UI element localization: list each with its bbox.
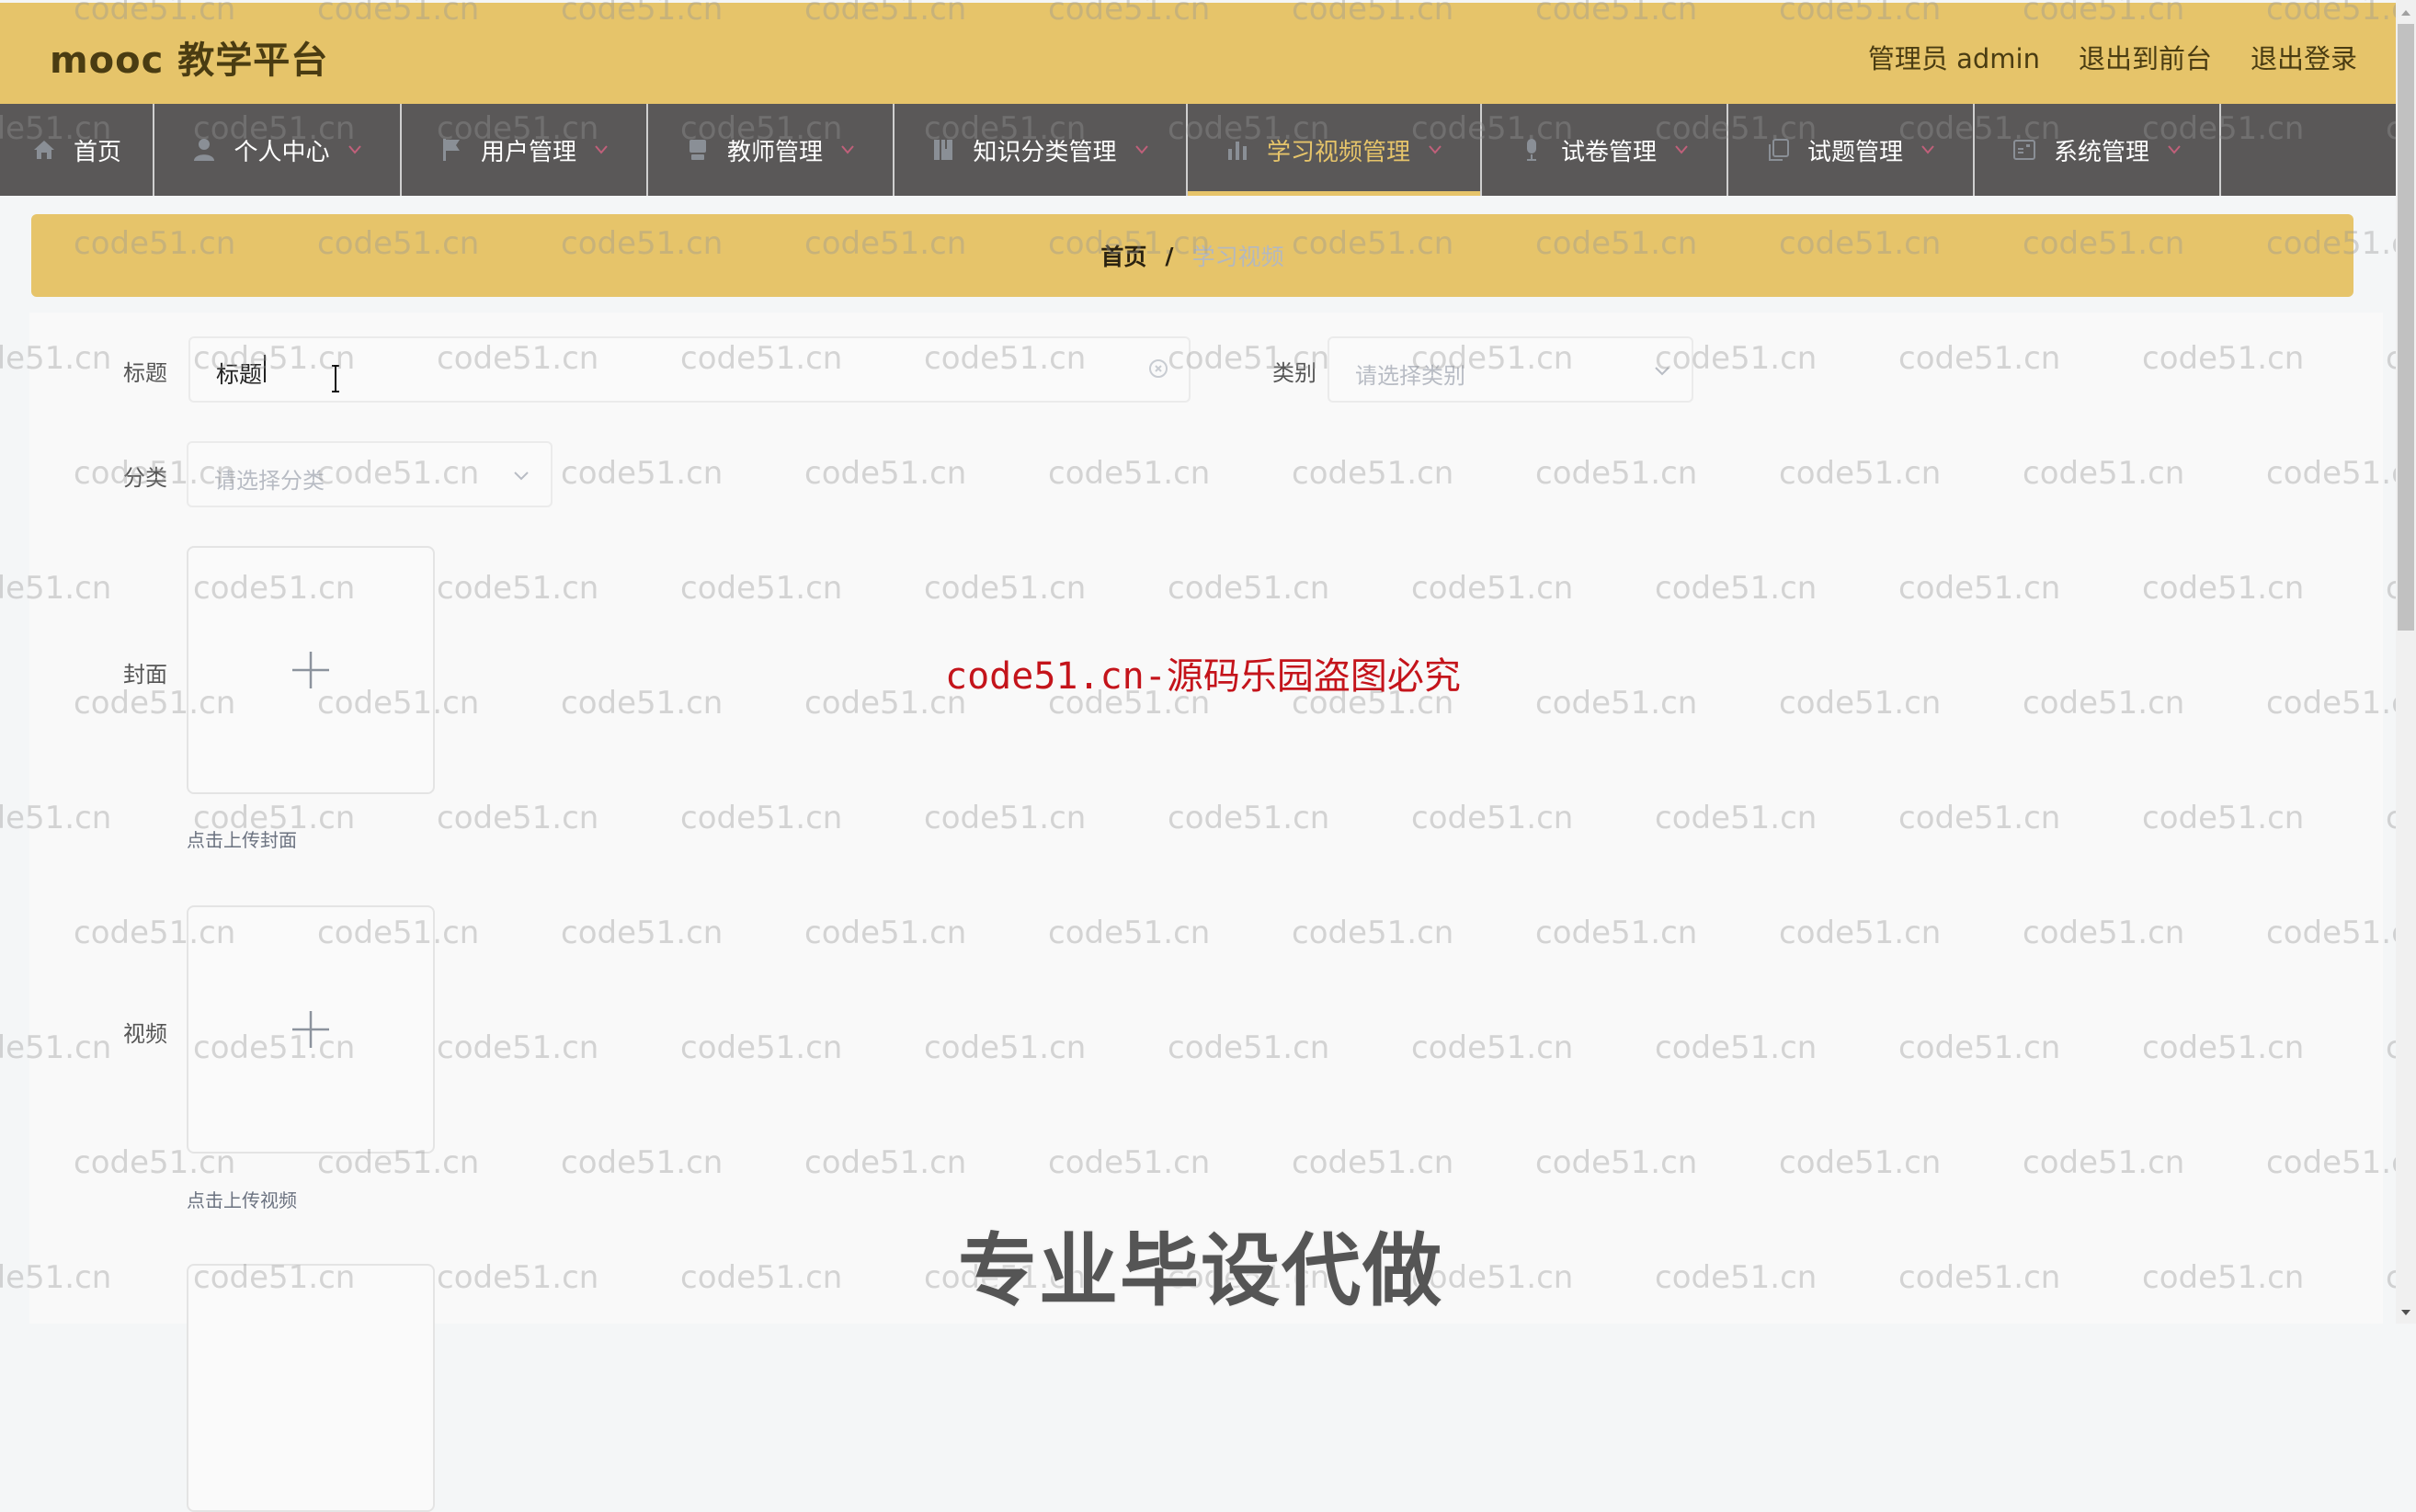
category-label: 类别 xyxy=(1272,360,1316,386)
flag-icon xyxy=(439,137,464,163)
panel-icon xyxy=(2011,137,2037,163)
nav-label: 知识分类管理 xyxy=(973,138,1117,166)
cover-label: 封面 xyxy=(123,662,167,688)
header-links: 管理员 admin 退出到前台 退出登录 xyxy=(1868,38,2396,76)
nav-label: 用户管理 xyxy=(480,138,576,166)
nav-item-user-management[interactable]: 用户管理 xyxy=(402,104,648,196)
chevron-down-icon xyxy=(2168,145,2181,154)
current-user-label: 管理员 admin xyxy=(1867,43,2040,74)
cover-upload[interactable] xyxy=(187,546,435,794)
scroll-up-arrow-icon[interactable] xyxy=(2399,7,2412,17)
user-icon xyxy=(191,137,217,163)
breadcrumb-home[interactable]: 首页 xyxy=(1100,239,1146,272)
nav-label: 个人中心 xyxy=(234,138,330,166)
app-title: mooc 教学平台 xyxy=(50,40,329,82)
page-scrollbar[interactable] xyxy=(2396,0,2416,1324)
nav-label: 教师管理 xyxy=(726,138,823,166)
extra-upload[interactable] xyxy=(187,1264,435,1512)
copy-icon xyxy=(1765,137,1791,163)
teacher-icon xyxy=(685,137,711,163)
chevron-down-icon xyxy=(1655,367,1670,376)
chevron-down-icon xyxy=(1429,145,1442,154)
book-icon xyxy=(930,137,956,163)
chevron-down-icon xyxy=(595,145,608,154)
scrollbar-thumb[interactable] xyxy=(2398,24,2414,631)
text-caret xyxy=(264,355,266,382)
main-nav: 首页 个人中心 用户管理 教师管理 知识分类管理 学习视频管理 试卷管理 试题管… xyxy=(0,104,2396,196)
video-upload[interactable] xyxy=(187,905,435,1154)
title-label: 标题 xyxy=(123,360,167,386)
breadcrumb-separator: / xyxy=(1165,242,1174,269)
text-cursor-icon xyxy=(332,365,339,392)
exit-to-frontend-link[interactable]: 退出到前台 xyxy=(2079,38,2212,76)
classification-select[interactable]: 请选择分类 xyxy=(187,441,553,507)
classification-label: 分类 xyxy=(123,465,167,491)
nav-item-system-management[interactable]: 系统管理 xyxy=(1975,104,2221,196)
plus-icon xyxy=(292,1011,329,1048)
nav-item-exam-paper[interactable]: 试卷管理 xyxy=(1482,104,1728,196)
chevron-down-icon xyxy=(348,145,361,154)
nav-item-knowledge-category[interactable]: 知识分类管理 xyxy=(895,104,1188,196)
breadcrumb: 首页 / 学习视频 xyxy=(31,214,2353,297)
microphone-icon xyxy=(1519,137,1544,163)
chevron-down-icon xyxy=(1921,145,1934,154)
nav-label: 试题管理 xyxy=(1806,138,1903,166)
bar-chart-icon xyxy=(1225,137,1250,163)
nav-label: 首页 xyxy=(73,138,121,166)
chevron-down-icon xyxy=(1675,145,1688,154)
video-label: 视频 xyxy=(123,1021,167,1047)
nav-item-teacher-management[interactable]: 教师管理 xyxy=(648,104,895,196)
home-icon xyxy=(31,137,57,163)
nav-label: 学习视频管理 xyxy=(1266,138,1410,166)
chevron-down-icon xyxy=(1134,145,1148,154)
category-placeholder: 请选择类别 xyxy=(1355,363,1465,389)
clear-icon[interactable] xyxy=(1148,358,1168,379)
chevron-down-icon xyxy=(514,472,529,481)
category-select[interactable]: 请选择类别 xyxy=(1328,336,1693,403)
logout-link[interactable]: 退出登录 xyxy=(2251,38,2357,76)
classification-placeholder: 请选择分类 xyxy=(214,468,325,494)
scroll-down-arrow-icon[interactable] xyxy=(2399,1309,2412,1318)
nav-item-learning-video[interactable]: 学习视频管理 xyxy=(1188,104,1482,196)
title-input-value: 标题 xyxy=(216,361,263,388)
top-header: mooc 教学平台 管理员 admin 退出到前台 退出登录 xyxy=(0,3,2396,104)
breadcrumb-current: 学习视频 xyxy=(1191,244,1284,270)
nav-item-personal-center[interactable]: 个人中心 xyxy=(154,104,402,196)
chevron-down-icon xyxy=(841,145,854,154)
nav-label: 试卷管理 xyxy=(1560,138,1657,166)
nav-label: 系统管理 xyxy=(2053,138,2149,166)
cover-upload-hint: 点击上传封面 xyxy=(187,829,297,851)
video-upload-hint: 点击上传视频 xyxy=(187,1189,297,1211)
nav-item-question-management[interactable]: 试题管理 xyxy=(1728,104,1975,196)
plus-icon xyxy=(292,652,329,688)
nav-item-home[interactable]: 首页 xyxy=(0,104,154,196)
